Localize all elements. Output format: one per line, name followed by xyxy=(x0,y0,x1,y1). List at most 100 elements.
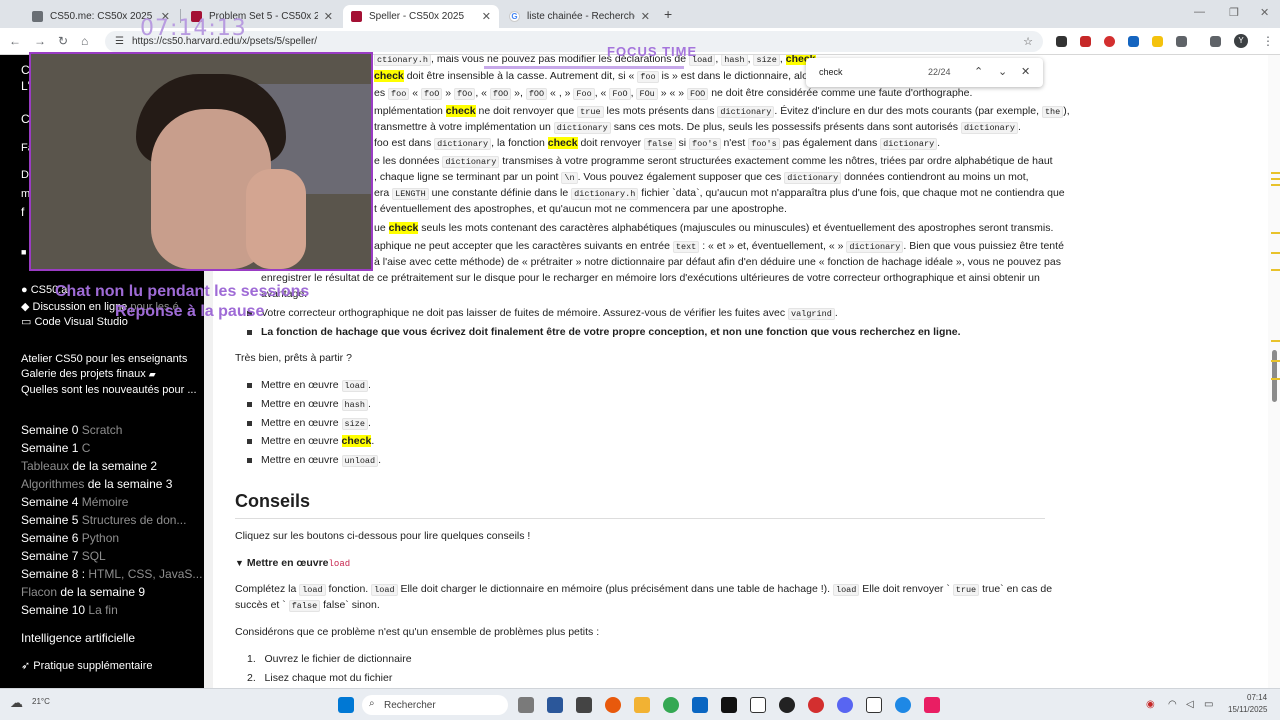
find-marker xyxy=(1271,232,1280,234)
inline-code: dictionary xyxy=(442,156,500,168)
text-segment: données contiendront au moins un mot, xyxy=(841,171,1029,183)
close-icon[interactable]: ✕ xyxy=(324,10,333,23)
tab-speller[interactable]: Speller - CS50x 2025 ✕ xyxy=(343,5,499,28)
text-segment: à l'aise avec cette méthode) de « prétra… xyxy=(374,256,1061,268)
capcut-icon[interactable] xyxy=(721,697,737,713)
text-segment: true` en cas de xyxy=(979,583,1053,595)
app-icon[interactable] xyxy=(692,697,708,713)
sidebar-week-7[interactable]: Semaine 7 SQL xyxy=(21,549,106,563)
hint-summary-load[interactable]: ▼ Mettre en œuvreload xyxy=(235,557,350,569)
sidebar-item-vscode[interactable]: ▭ Code Visual Studio xyxy=(21,315,128,328)
find-close-icon[interactable]: ✕ xyxy=(1021,65,1030,78)
sidebar-item-galerie[interactable]: Galerie des projets finaux ▰ xyxy=(21,368,156,380)
extension-icon[interactable] xyxy=(1128,36,1139,47)
sidebar-week-6[interactable]: Semaine 6 Python xyxy=(21,531,119,545)
page-scrollbar[interactable] xyxy=(1268,55,1280,688)
home-icon[interactable]: ⌂ xyxy=(81,34,88,48)
text-segment: , xyxy=(779,55,786,65)
extension-icon[interactable] xyxy=(1104,36,1115,47)
facebook-icon[interactable]: f xyxy=(21,205,24,219)
sidebar-item-pratique[interactable]: ➶ Pratique supplémentaire xyxy=(21,659,153,672)
new-tab-icon[interactable]: + xyxy=(664,6,672,22)
chatgpt-icon[interactable] xyxy=(779,697,795,713)
site-info-icon[interactable]: ☰ xyxy=(115,36,124,47)
rich-line: succès et ` false false` sinon. xyxy=(235,599,380,612)
battery-icon[interactable]: ▭ xyxy=(1204,699,1213,710)
rich-line: La fonction de hachage que vous écrivez … xyxy=(261,326,961,338)
app-icon[interactable] xyxy=(547,697,563,713)
text-segment: », xyxy=(511,87,526,99)
find-input[interactable]: check xyxy=(819,67,843,77)
text-segment: les mots présents dans xyxy=(603,105,718,117)
task-view-icon[interactable] xyxy=(518,697,534,713)
sidebar-week-1[interactable]: Semaine 1 C xyxy=(21,441,90,455)
inline-code: dictionary xyxy=(553,122,611,134)
bookmark-star-icon[interactable]: ☆ xyxy=(1023,35,1033,48)
text-segment: era xyxy=(374,187,393,199)
weather-icon[interactable]: ☁ xyxy=(10,695,23,711)
windows-start-icon[interactable] xyxy=(338,697,354,713)
search-icon: ⌕ xyxy=(369,698,375,709)
tiktok-icon[interactable] xyxy=(924,697,940,713)
sidebar-week-0[interactable]: Semaine 0 Scratch xyxy=(21,423,122,437)
sidebar-week-4[interactable]: Semaine 4 Mémoire xyxy=(21,495,128,509)
forward-icon[interactable]: → xyxy=(34,34,46,48)
reload-icon[interactable]: ↻ xyxy=(58,34,68,48)
extension-icon[interactable] xyxy=(1056,36,1067,47)
sidebar-week-3[interactable]: Algorithmes de la semaine 3 xyxy=(21,477,172,491)
tab-list-icon[interactable] xyxy=(1210,36,1221,47)
chrome-profile-icon[interactable] xyxy=(895,697,911,713)
wifi-icon[interactable]: ◠ xyxy=(1168,699,1177,710)
app-icon[interactable] xyxy=(808,697,824,713)
extension-icon[interactable] xyxy=(1080,36,1091,47)
text-segment: , « xyxy=(594,87,610,99)
sidebar-week-9[interactable]: Flacon de la semaine 9 xyxy=(21,585,145,599)
square-icon[interactable]: ■ xyxy=(21,247,26,257)
menu-kebab-icon[interactable]: ⋮ xyxy=(1262,34,1274,48)
profile-avatar[interactable]: Y xyxy=(1234,34,1248,48)
sidebar-week-10[interactable]: Semaine 10 La fin xyxy=(21,603,118,617)
text-segment: . xyxy=(1017,121,1021,133)
find-previous-icon[interactable]: ⌃ xyxy=(974,65,983,78)
sidebar-week-2[interactable]: Tableaux de la semaine 2 xyxy=(21,459,157,473)
rich-line: es foo « foO » fOo, « fOO », fOO « , » F… xyxy=(374,87,972,100)
file-explorer-icon[interactable] xyxy=(634,697,650,713)
discord-icon[interactable] xyxy=(837,697,853,713)
sidebar-item-ia[interactable]: Intelligence artificielle xyxy=(21,631,135,645)
disclosure-triangle-icon: ▼ xyxy=(235,558,244,568)
tab-google-search[interactable]: G liste chainée - Recherche Goog ✕ xyxy=(501,5,658,28)
notion-icon[interactable] xyxy=(866,697,882,713)
sidebar-week-8[interactable]: Semaine 8 : HTML, CSS, JavaS... xyxy=(21,567,202,581)
text-segment: false` sinon. xyxy=(320,599,380,611)
inline-code: load xyxy=(299,584,326,596)
sidebar-item-nouveautes[interactable]: Quelles sont les nouveautés pour ... xyxy=(21,384,197,396)
volume-icon[interactable]: ◁ xyxy=(1186,699,1194,710)
chrome-icon[interactable] xyxy=(663,697,679,713)
scrollbar-thumb[interactable] xyxy=(1272,350,1277,402)
inline-code: true xyxy=(577,106,604,118)
close-icon[interactable]: ✕ xyxy=(641,10,650,23)
maximize-icon[interactable]: ❐ xyxy=(1229,6,1239,19)
sidebar-week-5[interactable]: Semaine 5 Structures de don... xyxy=(21,513,186,527)
extensions-puzzle-icon[interactable] xyxy=(1176,36,1187,47)
close-window-icon[interactable]: ✕ xyxy=(1260,6,1269,19)
app-icon[interactable] xyxy=(605,697,621,713)
minimize-icon[interactable]: — xyxy=(1194,6,1205,18)
extension-icon[interactable] xyxy=(1152,36,1163,47)
find-next-icon[interactable]: ⌄ xyxy=(998,65,1007,78)
notion-icon[interactable] xyxy=(750,697,766,713)
find-count: 22/24 xyxy=(928,67,951,77)
sidebar-fragment: D xyxy=(21,169,29,181)
find-highlight: check xyxy=(374,70,404,82)
back-icon[interactable]: ← xyxy=(9,34,21,48)
taskbar-search[interactable]: ⌕ Rechercher xyxy=(362,695,508,715)
settings-icon[interactable] xyxy=(576,697,592,713)
sidebar-item-atelier[interactable]: Atelier CS50 pour les enseignants xyxy=(21,353,187,365)
search-placeholder: Rechercher xyxy=(384,699,436,711)
inline-code: FOu xyxy=(636,88,658,100)
clock-date: 15/11/2025 xyxy=(1228,705,1268,714)
clock-time[interactable]: 07:14 xyxy=(1247,693,1267,702)
find-highlight: check xyxy=(388,222,419,234)
close-icon[interactable]: ✕ xyxy=(482,10,491,23)
tray-icon[interactable]: ◉ xyxy=(1146,699,1155,710)
